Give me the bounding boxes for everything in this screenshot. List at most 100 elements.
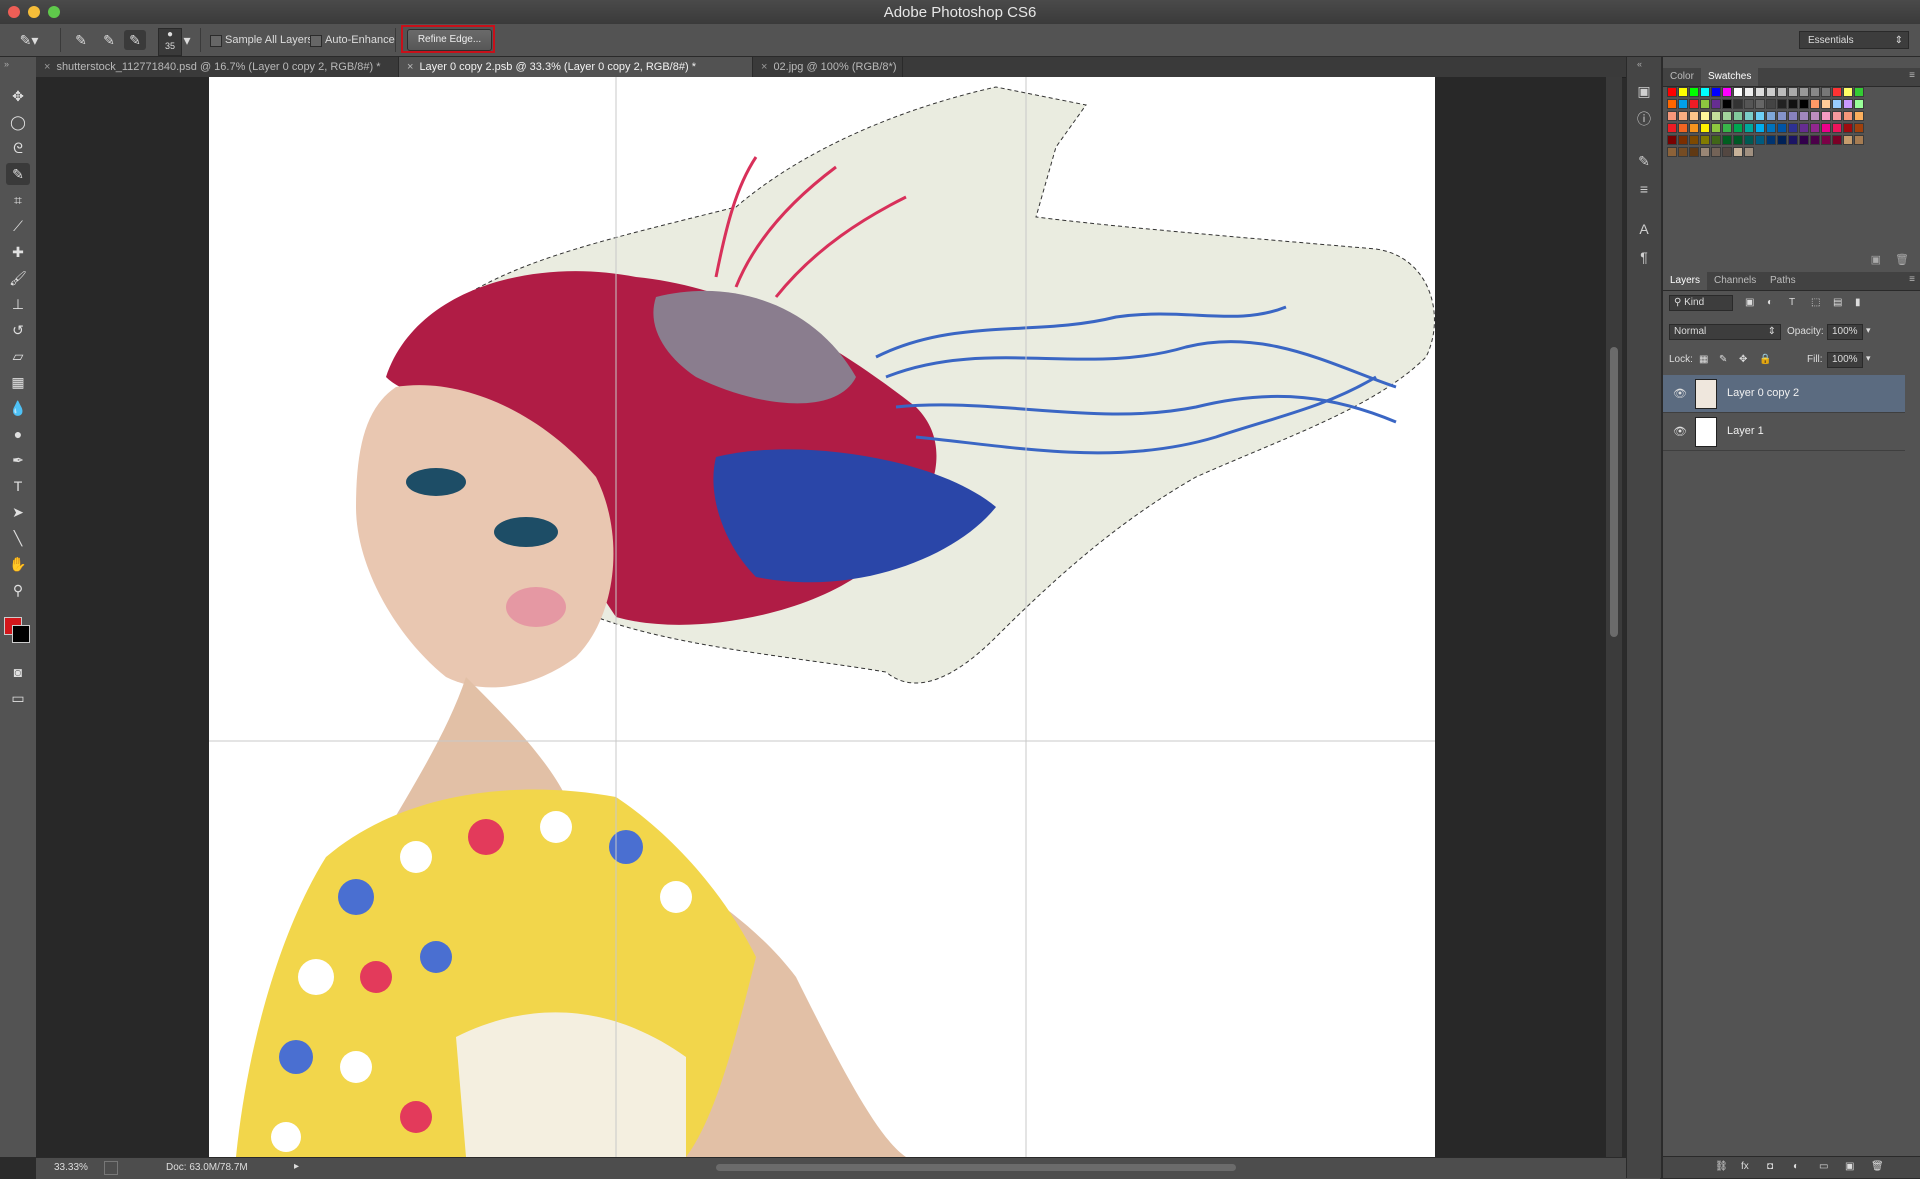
gradient-tool-icon[interactable]: ▦ — [6, 371, 30, 393]
color-swatch[interactable] — [1766, 123, 1776, 133]
color-swatch[interactable] — [1843, 111, 1853, 121]
color-swatch[interactable] — [1711, 147, 1721, 157]
color-swatch[interactable] — [1755, 135, 1765, 145]
brush-tool-icon[interactable]: 🖌 — [6, 267, 30, 289]
tool-preset-picker-icon[interactable]: ✎▾ — [18, 30, 40, 50]
color-swatch[interactable] — [1810, 123, 1820, 133]
layer-style-icon[interactable]: fx — [1741, 1161, 1749, 1172]
color-swatch[interactable] — [1700, 135, 1710, 145]
tab-shutterstock[interactable]: × shutterstock_112771840.psd @ 16.7% (Lay… — [36, 57, 399, 77]
workspace-switcher[interactable]: Essentials ⇕ — [1799, 31, 1909, 49]
color-swatch[interactable] — [1722, 87, 1732, 97]
color-swatch[interactable] — [1788, 123, 1798, 133]
color-swatch[interactable] — [1810, 111, 1820, 121]
eraser-tool-icon[interactable]: ▱ — [6, 345, 30, 367]
new-group-icon[interactable]: ▭ — [1819, 1161, 1828, 1172]
layer-filter-select[interactable]: ⚲ Kind — [1669, 295, 1733, 311]
add-to-selection-icon[interactable]: ✎ — [98, 30, 120, 50]
fill-dropdown-icon[interactable]: ▾ — [1866, 353, 1871, 364]
color-swatch[interactable] — [1766, 111, 1776, 121]
brush-dropdown-icon[interactable]: ▾ — [182, 30, 192, 50]
close-tab-icon[interactable]: × — [44, 61, 50, 73]
color-swatch[interactable] — [1788, 111, 1798, 121]
color-swatch[interactable] — [1722, 123, 1732, 133]
brush-panel-icon[interactable]: ✎ — [1634, 151, 1654, 171]
color-swatch[interactable] — [1799, 87, 1809, 97]
color-swatch[interactable] — [1788, 87, 1798, 97]
filter-adjustment-icon[interactable]: ◐ — [1767, 297, 1773, 308]
link-layers-icon[interactable]: ⛓ — [1715, 1161, 1728, 1172]
history-brush-tool-icon[interactable]: ↺ — [6, 319, 30, 341]
color-swatch[interactable] — [1777, 111, 1787, 121]
color-swatch[interactable] — [1722, 99, 1732, 109]
blur-tool-icon[interactable]: 💧 — [6, 397, 30, 419]
tab-paths[interactable]: Paths — [1763, 272, 1803, 290]
horizontal-scroll-thumb[interactable] — [716, 1164, 1236, 1171]
color-swatch[interactable] — [1700, 99, 1710, 109]
color-swatch[interactable] — [1711, 135, 1721, 145]
color-swatch[interactable] — [1700, 123, 1710, 133]
color-swatch[interactable] — [1733, 147, 1743, 157]
color-swatch[interactable] — [1678, 135, 1688, 145]
sample-all-layers-checkbox[interactable] — [210, 35, 222, 47]
canvas-area[interactable] — [36, 77, 1622, 1157]
color-swatch[interactable] — [1667, 99, 1677, 109]
color-swatch[interactable] — [1689, 135, 1699, 145]
marquee-tool-icon[interactable]: ◯ — [6, 111, 30, 133]
delete-layer-icon[interactable]: 🗑 — [1871, 1161, 1884, 1172]
color-swatch[interactable] — [1711, 87, 1721, 97]
subtract-from-selection-icon[interactable]: ✎ — [124, 30, 146, 50]
color-swatch[interactable] — [1678, 147, 1688, 157]
color-swatch[interactable] — [1733, 135, 1743, 145]
color-swatch[interactable] — [1777, 99, 1787, 109]
collapse-icons-icon[interactable]: « — [1637, 59, 1642, 69]
color-swatch[interactable] — [1733, 123, 1743, 133]
new-selection-icon[interactable]: ✎ — [70, 30, 92, 50]
color-swatch[interactable] — [1821, 135, 1831, 145]
tab-02jpg[interactable]: × 02.jpg @ 100% (RGB/8*) — [753, 57, 903, 77]
auto-enhance-checkbox[interactable] — [310, 35, 322, 47]
color-swatch[interactable] — [1821, 111, 1831, 121]
color-swatch[interactable] — [1733, 111, 1743, 121]
panel-menu-icon[interactable]: ≡ — [1909, 274, 1915, 285]
eyedropper-tool-icon[interactable]: ⟋ — [6, 215, 30, 237]
color-swatch[interactable] — [1722, 111, 1732, 121]
collapse-toolbox-icon[interactable]: » — [4, 59, 9, 69]
type-tool-icon[interactable]: T — [6, 475, 30, 497]
layer-row[interactable]: 👁 Layer 1 — [1663, 413, 1905, 451]
tab-layers[interactable]: Layers — [1663, 272, 1708, 290]
layer-row[interactable]: 👁 Layer 0 copy 2 — [1663, 375, 1905, 413]
zoom-level[interactable]: 33.33% — [54, 1162, 88, 1173]
color-swatch[interactable] — [1689, 87, 1699, 97]
spot-healing-tool-icon[interactable]: ✚ — [6, 241, 30, 263]
quick-mask-icon[interactable]: ◙ — [6, 661, 30, 683]
color-swatch[interactable] — [1788, 135, 1798, 145]
color-swatch[interactable] — [1832, 87, 1842, 97]
move-tool-icon[interactable]: ✥ — [6, 85, 30, 107]
fill-input[interactable]: 100% — [1827, 352, 1863, 368]
lock-all-icon[interactable]: 🔒 — [1759, 354, 1771, 365]
color-swatch[interactable] — [1678, 111, 1688, 121]
background-color-swatch[interactable] — [12, 625, 30, 643]
lasso-tool-icon[interactable]: ᘓ — [6, 137, 30, 159]
lock-transparency-icon[interactable]: ▦ — [1699, 354, 1708, 365]
blend-mode-select[interactable]: Normal ⇕ — [1669, 324, 1781, 340]
visibility-eye-icon[interactable]: 👁 — [1673, 388, 1687, 400]
brush-size-picker[interactable]: ● 35 — [158, 28, 182, 56]
quick-selection-tool-icon[interactable]: ✎ — [6, 163, 30, 185]
color-swatch[interactable] — [1821, 87, 1831, 97]
opacity-dropdown-icon[interactable]: ▾ — [1866, 325, 1871, 336]
history-panel-icon[interactable]: ▣ — [1634, 81, 1654, 101]
character-panel-icon[interactable]: A — [1634, 219, 1654, 239]
status-info-icon[interactable] — [104, 1161, 118, 1175]
color-swatch[interactable] — [1799, 123, 1809, 133]
color-swatch[interactable] — [1711, 111, 1721, 121]
color-swatch[interactable] — [1667, 147, 1677, 157]
color-swatch[interactable] — [1810, 99, 1820, 109]
color-swatch[interactable] — [1755, 99, 1765, 109]
color-swatch[interactable] — [1667, 87, 1677, 97]
layer-mask-icon[interactable]: ◘ — [1767, 1161, 1773, 1172]
tab-swatches[interactable]: Swatches — [1701, 68, 1759, 86]
color-swatch[interactable] — [1722, 135, 1732, 145]
color-swatch[interactable] — [1810, 135, 1820, 145]
